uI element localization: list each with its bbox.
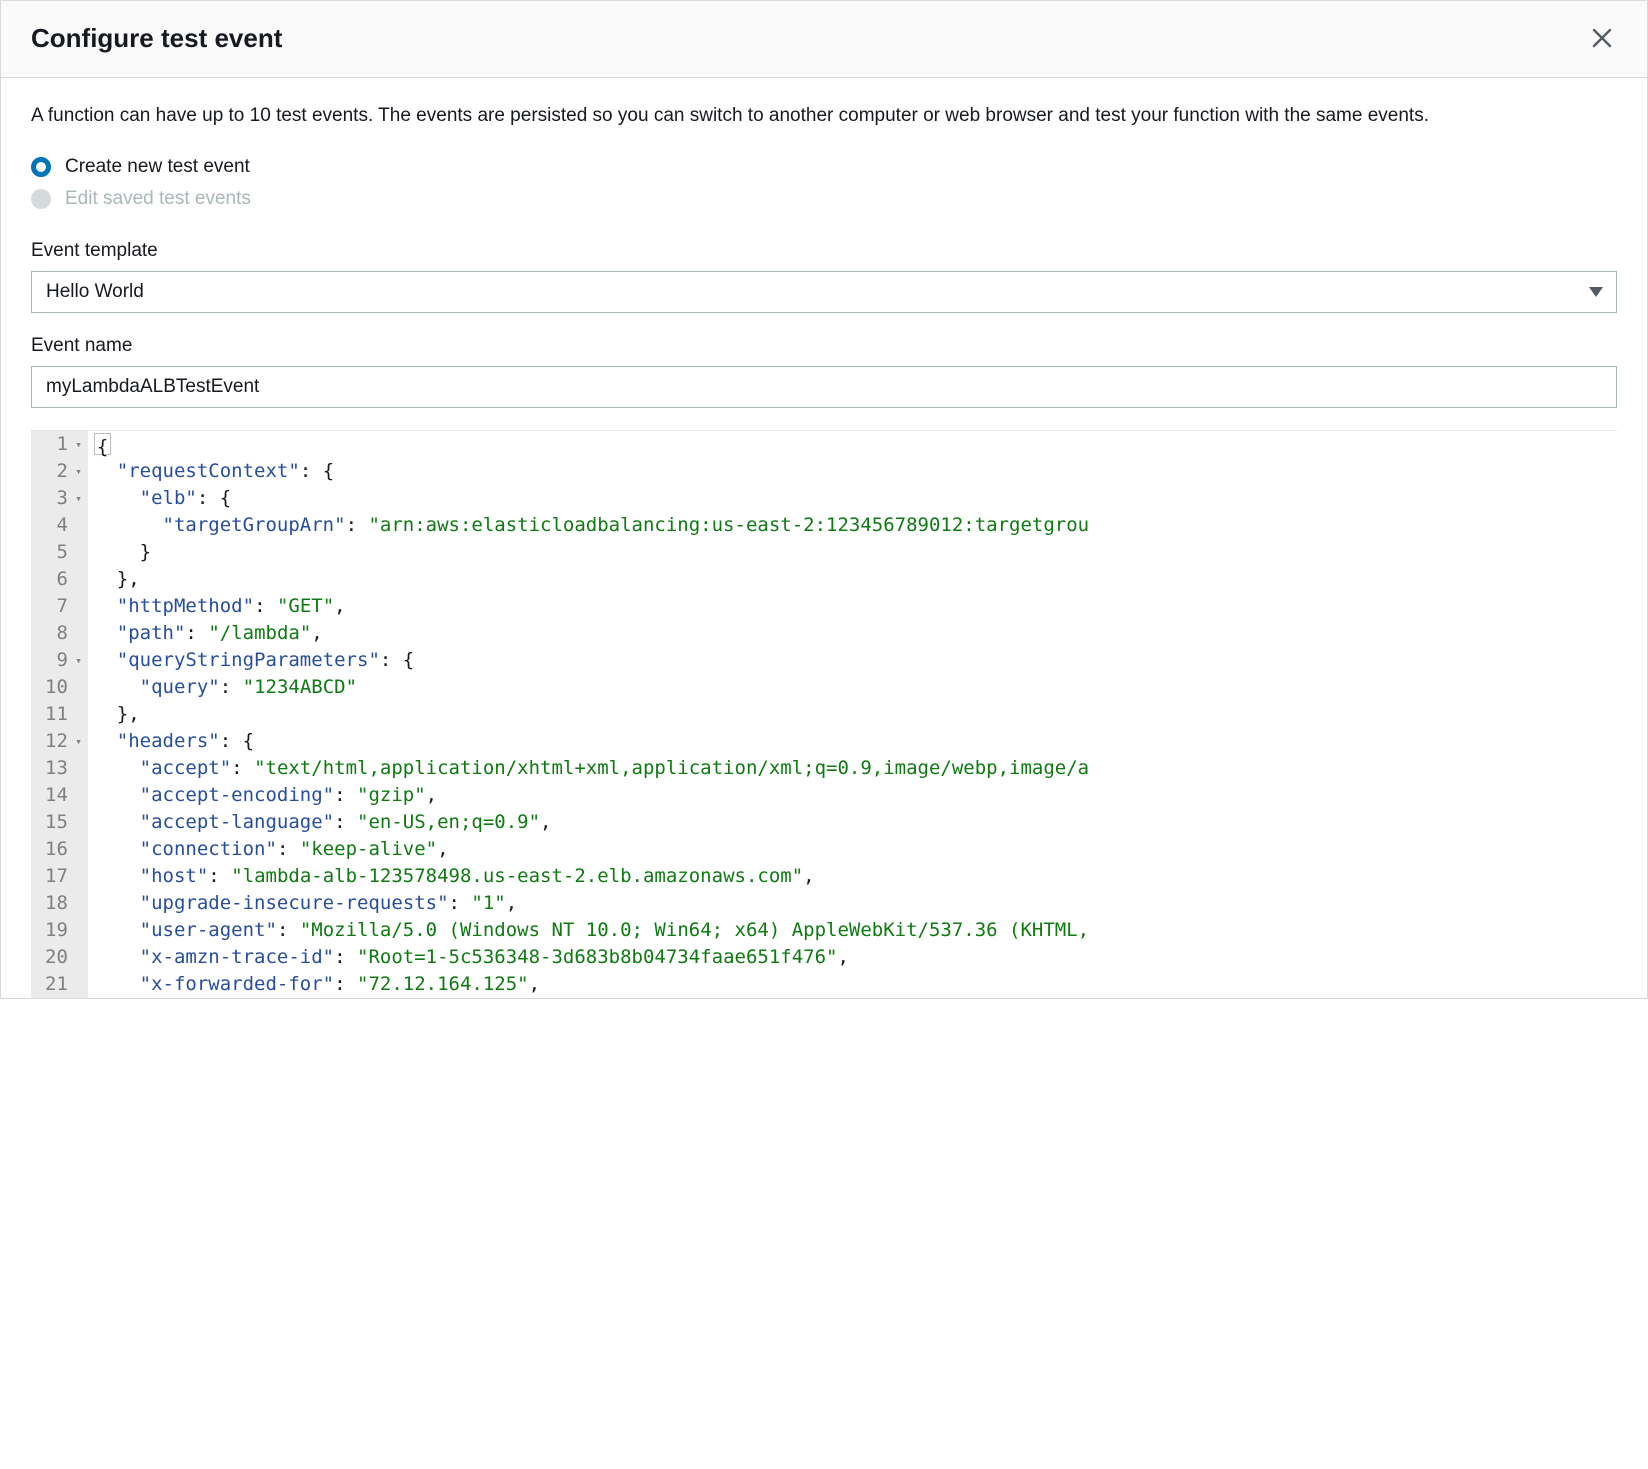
gutter-line: 2▾: [45, 458, 82, 485]
code-line[interactable]: "requestContext": {: [94, 458, 1617, 485]
modal-header: Configure test event: [1, 1, 1647, 78]
gutter-line: 3▾: [45, 485, 82, 512]
radio-icon: [31, 157, 51, 177]
code-line[interactable]: {: [94, 431, 1617, 458]
gutter-line: 7: [45, 593, 82, 620]
event-mode-radio-group: Create new test event Edit saved test ev…: [31, 156, 1617, 210]
active-line-marker: {: [94, 433, 111, 455]
gutter-line: 9▾: [45, 647, 82, 674]
code-line[interactable]: "accept-encoding": "gzip",: [94, 782, 1617, 809]
close-button[interactable]: [1585, 21, 1619, 55]
event-template-value: Hello World: [31, 271, 1617, 313]
gutter-line: 16: [45, 836, 82, 863]
fold-toggle-icon[interactable]: ▾: [72, 458, 82, 485]
gutter-line: 19: [45, 917, 82, 944]
code-line[interactable]: "accept": "text/html,application/xhtml+x…: [94, 755, 1617, 782]
fold-toggle-icon[interactable]: ▾: [72, 431, 82, 458]
code-line[interactable]: },: [94, 701, 1617, 728]
code-line[interactable]: "connection": "keep-alive",: [94, 836, 1617, 863]
fold-toggle-icon[interactable]: ▾: [72, 485, 82, 512]
json-editor[interactable]: 1▾2▾3▾456789▾101112▾131415161718192021 {…: [31, 430, 1617, 998]
editor-code[interactable]: { "requestContext": { "elb": { "targetGr…: [88, 431, 1617, 998]
event-name-label: Event name: [31, 335, 1617, 357]
code-line[interactable]: "x-amzn-trace-id": "Root=1-5c536348-3d68…: [94, 944, 1617, 971]
event-name-field: Event name: [31, 335, 1617, 408]
event-template-field: Event template Hello World: [31, 240, 1617, 313]
radio-icon: [31, 189, 51, 209]
modal-body: A function can have up to 10 test events…: [1, 78, 1647, 998]
code-line[interactable]: "query": "1234ABCD": [94, 674, 1617, 701]
fold-toggle-icon[interactable]: ▾: [72, 728, 82, 755]
gutter-line: 10: [45, 674, 82, 701]
code-line[interactable]: "httpMethod": "GET",: [94, 593, 1617, 620]
modal-title: Configure test event: [31, 23, 282, 54]
radio-edit-saved: Edit saved test events: [31, 188, 1617, 210]
code-line[interactable]: },: [94, 566, 1617, 593]
code-line[interactable]: "accept-language": "en-US,en;q=0.9",: [94, 809, 1617, 836]
code-line[interactable]: "x-forwarded-for": "72.12.164.125",: [94, 971, 1617, 998]
code-line[interactable]: }: [94, 539, 1617, 566]
fold-toggle-icon[interactable]: ▾: [72, 647, 82, 674]
gutter-line: 1▾: [45, 431, 82, 458]
code-line[interactable]: "upgrade-insecure-requests": "1",: [94, 890, 1617, 917]
gutter-line: 4: [45, 512, 82, 539]
event-template-label: Event template: [31, 240, 1617, 262]
gutter-line: 20: [45, 944, 82, 971]
gutter-line: 15: [45, 809, 82, 836]
code-line[interactable]: "elb": {: [94, 485, 1617, 512]
radio-create-new[interactable]: Create new test event: [31, 156, 1617, 178]
gutter-line: 21: [45, 971, 82, 998]
close-icon: [1591, 27, 1613, 49]
editor-gutter: 1▾2▾3▾456789▾101112▾131415161718192021: [31, 431, 88, 998]
gutter-line: 12▾: [45, 728, 82, 755]
configure-test-event-modal: Configure test event A function can have…: [0, 0, 1648, 999]
gutter-line: 6: [45, 566, 82, 593]
modal-description: A function can have up to 10 test events…: [31, 102, 1617, 130]
code-line[interactable]: "path": "/lambda",: [94, 620, 1617, 647]
gutter-line: 13: [45, 755, 82, 782]
code-line[interactable]: "headers": {: [94, 728, 1617, 755]
gutter-line: 14: [45, 782, 82, 809]
code-line[interactable]: "queryStringParameters": {: [94, 647, 1617, 674]
gutter-line: 8: [45, 620, 82, 647]
gutter-line: 18: [45, 890, 82, 917]
gutter-line: 5: [45, 539, 82, 566]
code-line[interactable]: "host": "lambda-alb-123578498.us-east-2.…: [94, 863, 1617, 890]
code-line[interactable]: "user-agent": "Mozilla/5.0 (Windows NT 1…: [94, 917, 1617, 944]
radio-label: Edit saved test events: [65, 188, 251, 210]
gutter-line: 17: [45, 863, 82, 890]
radio-label: Create new test event: [65, 156, 250, 178]
gutter-line: 11: [45, 701, 82, 728]
event-name-input[interactable]: [31, 366, 1617, 408]
code-line[interactable]: "targetGroupArn": "arn:aws:elasticloadba…: [94, 512, 1617, 539]
event-template-select[interactable]: Hello World: [31, 271, 1617, 313]
